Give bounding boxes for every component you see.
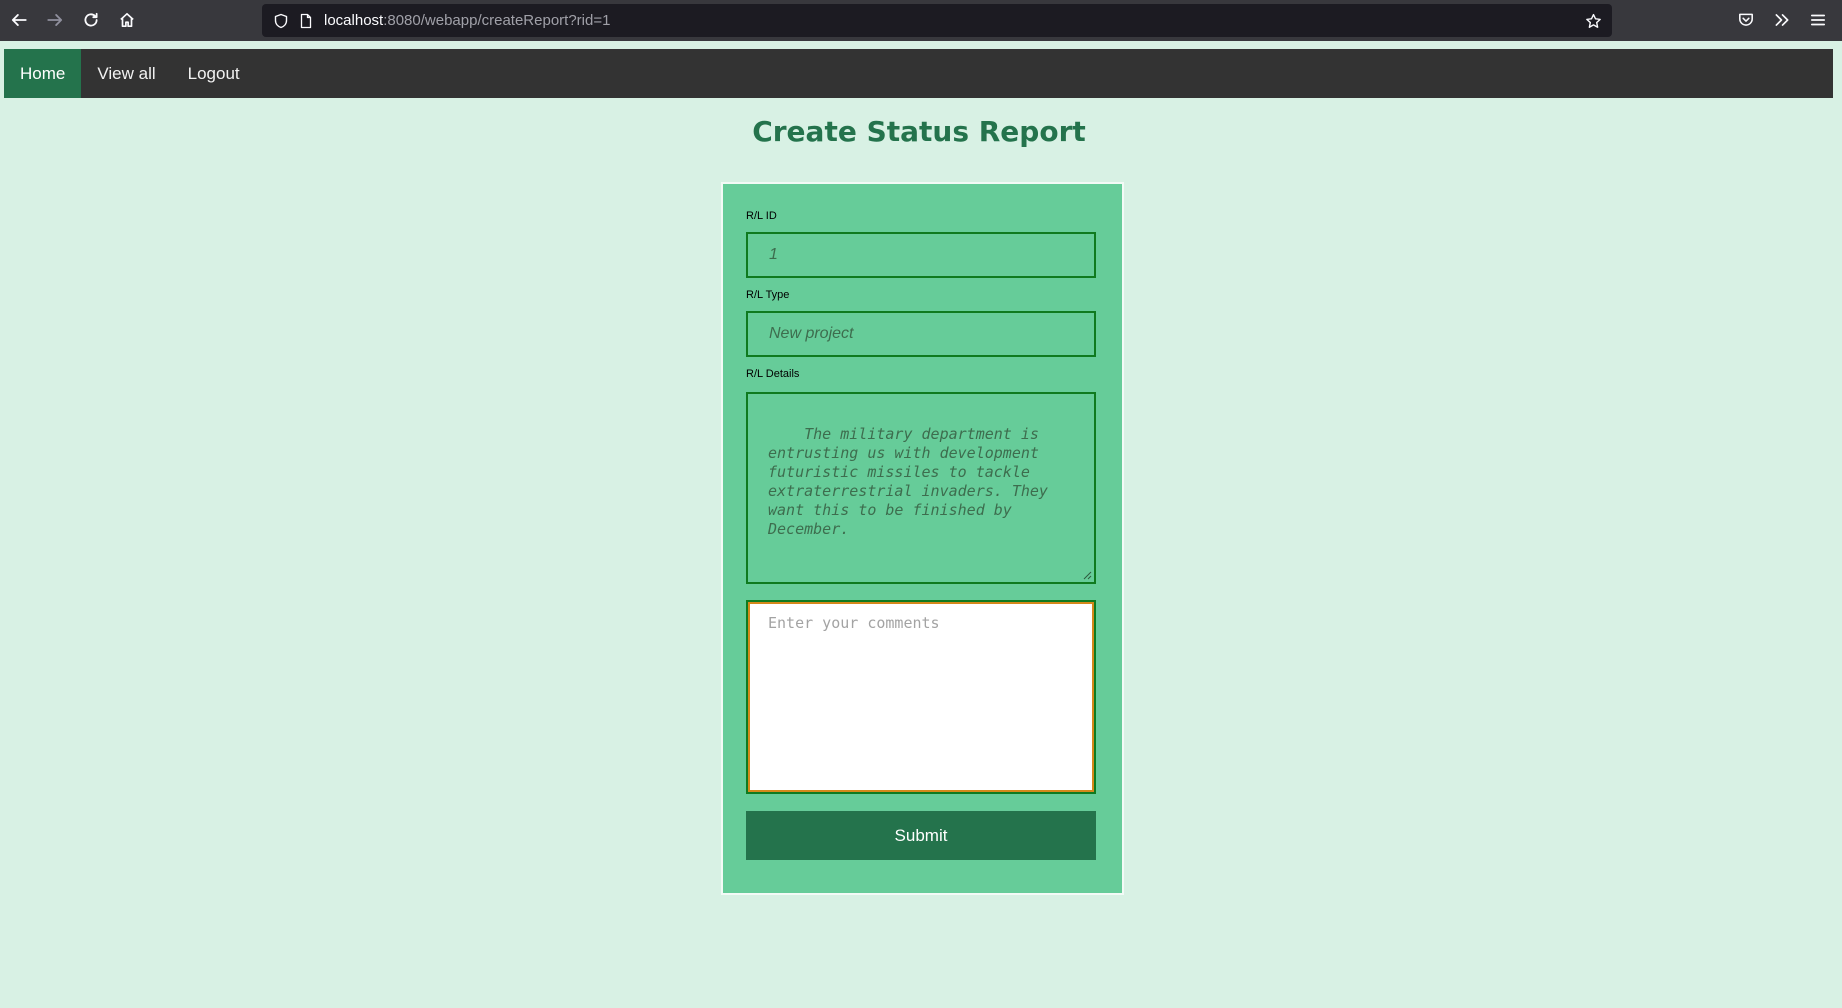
nav-home-link[interactable]: Home bbox=[4, 49, 82, 98]
hamburger-menu-icon[interactable] bbox=[1804, 6, 1832, 34]
overflow-chevrons-icon[interactable] bbox=[1768, 6, 1796, 34]
nav-logout-link[interactable]: Logout bbox=[172, 49, 256, 98]
back-arrow-icon[interactable] bbox=[5, 6, 33, 34]
submit-button[interactable]: Submit bbox=[746, 811, 1096, 860]
nav-view-all-link[interactable]: View all bbox=[81, 49, 171, 98]
url-host: localhost bbox=[324, 12, 384, 29]
report-form: R/L ID 1 R/L Type New project R/L Detail… bbox=[721, 182, 1124, 895]
url-path: :8080/webapp/createReport?rid=1 bbox=[383, 12, 611, 29]
rl-type-field[interactable]: New project bbox=[746, 311, 1096, 357]
bookmark-star-icon[interactable] bbox=[1584, 12, 1602, 30]
rl-id-label: R/L ID bbox=[746, 210, 777, 222]
rl-id-field[interactable]: 1 bbox=[746, 232, 1096, 278]
page-title: Create Status Report bbox=[752, 115, 1086, 148]
rl-type-label: R/L Type bbox=[746, 289, 790, 301]
page-icon[interactable] bbox=[297, 12, 315, 30]
site-navbar: Home View all Logout bbox=[4, 49, 1833, 98]
rl-details-label: R/L Details bbox=[746, 368, 800, 380]
shield-icon[interactable] bbox=[272, 12, 290, 30]
pocket-icon[interactable] bbox=[1732, 6, 1760, 34]
rl-details-field[interactable]: The military department is entrusting us… bbox=[746, 392, 1096, 584]
comments-textarea[interactable] bbox=[746, 600, 1096, 794]
forward-arrow-icon[interactable] bbox=[41, 6, 69, 34]
address-bar[interactable]: localhost:8080/webapp/createReport?rid=1 bbox=[262, 4, 1612, 37]
resize-grip-icon[interactable] bbox=[1082, 570, 1092, 580]
url-text[interactable]: localhost:8080/webapp/createReport?rid=1 bbox=[324, 4, 610, 37]
rl-details-text: The military department is entrusting us… bbox=[768, 425, 1048, 538]
reload-icon[interactable] bbox=[77, 6, 105, 34]
home-icon[interactable] bbox=[113, 6, 141, 34]
browser-toolbar: localhost:8080/webapp/createReport?rid=1 bbox=[0, 0, 1842, 41]
